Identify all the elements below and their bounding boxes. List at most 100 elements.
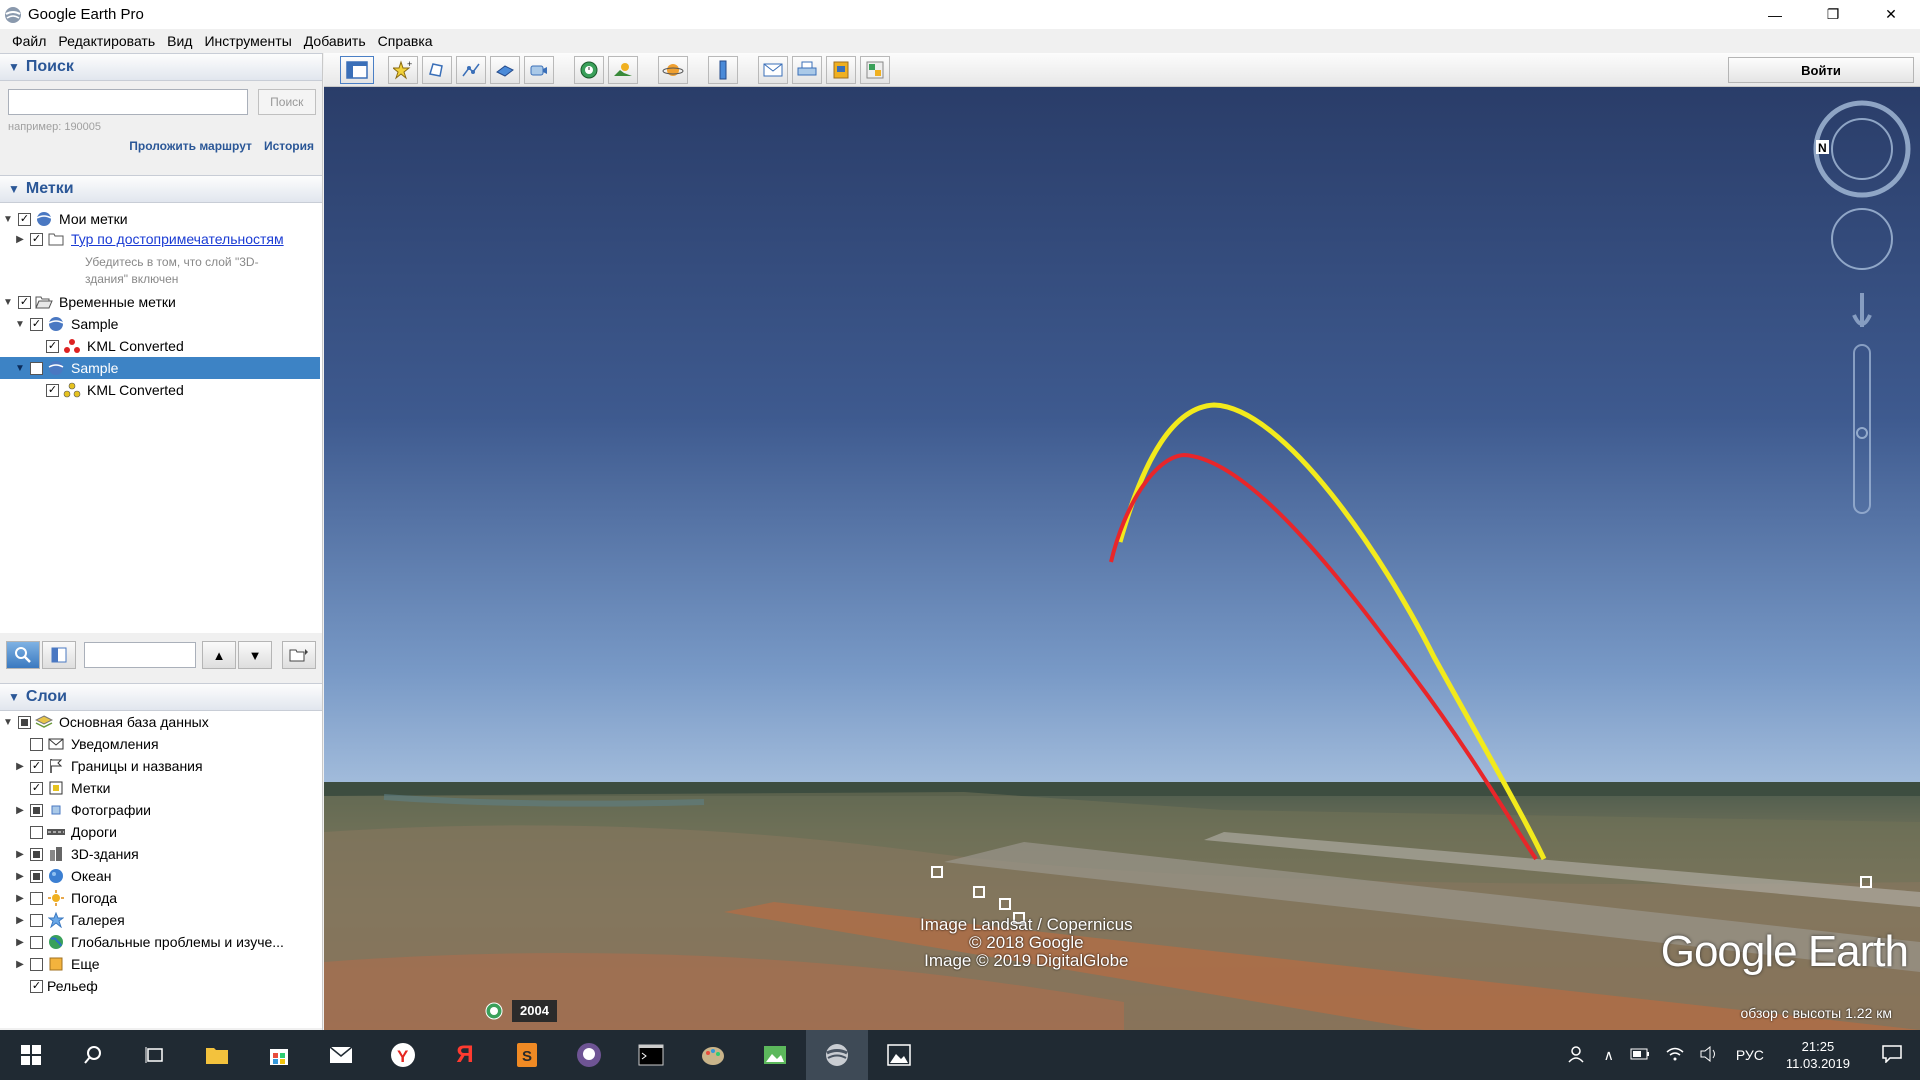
start-button[interactable] [0, 1030, 62, 1080]
people-icon[interactable] [1560, 1045, 1596, 1066]
expand-right-icon[interactable]: ▶ [14, 805, 26, 816]
notifications-icon[interactable] [1864, 1044, 1920, 1066]
taskbar-google-earth[interactable] [806, 1030, 868, 1080]
taskbar-search-button[interactable] [62, 1030, 124, 1080]
sign-in-button[interactable]: Войти [1728, 57, 1914, 83]
layer-ocean[interactable]: ▶ Океан [14, 865, 111, 887]
search-button[interactable]: Поиск [257, 89, 316, 115]
task-view-button[interactable] [124, 1030, 186, 1080]
add-path-button[interactable] [456, 56, 486, 84]
checkbox-checked[interactable]: ✓ [18, 295, 31, 309]
menu-edit[interactable]: Редактировать [52, 33, 161, 49]
checkbox-unchecked[interactable] [30, 957, 43, 971]
layer-terrain[interactable]: ✓ Рельеф [26, 975, 98, 997]
tree-item-kml-converted-2[interactable]: ✓ KML Converted [42, 379, 184, 401]
language-indicator[interactable]: РУС [1728, 1047, 1772, 1063]
checkbox-checked[interactable]: ✓ [30, 759, 43, 773]
menu-view[interactable]: Вид [161, 33, 198, 49]
checkbox-partial[interactable] [30, 847, 43, 861]
move-down-button[interactable]: ▼ [238, 641, 272, 669]
add-polygon-button[interactable] [422, 56, 452, 84]
checkbox-unchecked[interactable] [30, 891, 43, 905]
menu-tools[interactable]: Инструменты [198, 33, 297, 49]
checkbox-checked[interactable]: ✓ [30, 781, 43, 795]
taskbar-yandex-browser[interactable]: Y [372, 1030, 434, 1080]
close-button[interactable]: ✕ [1862, 0, 1920, 29]
layer-roads[interactable]: Дороги [26, 821, 117, 843]
checkbox-checked[interactable]: ✓ [30, 361, 43, 375]
expand-right-icon[interactable]: ▶ [14, 761, 26, 772]
layer-photos[interactable]: ▶ Фотографии [14, 799, 151, 821]
print-button[interactable] [792, 56, 822, 84]
ruler-button[interactable] [708, 56, 738, 84]
checkbox-checked[interactable]: ✓ [18, 212, 31, 226]
map-3d-view[interactable]: N Image Landsat / Copernicus © 2018 Goog… [324, 87, 1920, 1030]
add-overlay-button[interactable] [490, 56, 520, 84]
expand-right-icon[interactable]: ▶ [14, 959, 26, 970]
route-link[interactable]: Проложить маршрут [129, 139, 252, 153]
layer-gallery[interactable]: ▶ Галерея [14, 909, 125, 931]
expand-right-icon[interactable]: ▶ [14, 234, 26, 245]
tree-item-tour[interactable]: ▶ ✓ Тур по достопримечательностям [14, 228, 284, 250]
expand-right-icon[interactable]: ▶ [14, 937, 26, 948]
wifi-icon[interactable] [1658, 1046, 1692, 1065]
layers-panel-header[interactable]: ▼ Слои [0, 683, 322, 711]
taskbar-image-viewer[interactable] [744, 1030, 806, 1080]
volume-icon[interactable] [1692, 1045, 1728, 1065]
taskbar-store[interactable] [248, 1030, 310, 1080]
places-panel-header[interactable]: ▼ Метки [0, 175, 322, 203]
checkbox-partial[interactable] [30, 803, 43, 817]
planets-button[interactable] [658, 56, 688, 84]
taskbar-mail[interactable] [310, 1030, 372, 1080]
expand-right-icon[interactable]: ▶ [14, 871, 26, 882]
expand-right-icon[interactable]: ▶ [14, 893, 26, 904]
checkbox-checked[interactable]: ✓ [46, 383, 59, 397]
taskbar-sublime[interactable]: S [496, 1030, 558, 1080]
checkbox-checked[interactable]: ✓ [30, 232, 43, 246]
sunlight-button[interactable] [608, 56, 638, 84]
tour-link[interactable]: Тур по достопримечательностям [71, 231, 284, 247]
places-filter-input[interactable] [84, 642, 196, 668]
email-button[interactable] [758, 56, 788, 84]
historical-clock-icon[interactable] [484, 1001, 504, 1021]
checkbox-checked[interactable]: ✓ [30, 979, 43, 993]
tree-item-sample-selected[interactable]: ▼ ✓ Sample [0, 357, 320, 379]
expand-right-icon[interactable]: ▶ [14, 915, 26, 926]
view-in-maps-button[interactable] [860, 56, 890, 84]
chevron-up-icon[interactable]: ∧ [1596, 1047, 1622, 1064]
layer-global-awareness[interactable]: ▶ Глобальные проблемы и изуче... [14, 931, 284, 953]
layer-primary-database[interactable]: ▼ Основная база данных [0, 711, 209, 733]
sidebar-toggle-button[interactable] [340, 56, 374, 84]
checkbox-unchecked[interactable] [30, 737, 43, 751]
battery-icon[interactable] [1622, 1047, 1658, 1063]
folder-menu-button[interactable] [282, 641, 316, 669]
checkbox-unchecked[interactable] [30, 913, 43, 927]
taskbar-terminal[interactable] [620, 1030, 682, 1080]
layer-notifications[interactable]: Уведомления [26, 733, 159, 755]
record-tour-button[interactable] [524, 56, 554, 84]
layer-borders[interactable]: ▶ ✓ Границы и названия [14, 755, 202, 777]
expand-down-icon[interactable]: ▼ [2, 214, 14, 225]
search-panel-header[interactable]: ▼ Поиск [0, 53, 322, 81]
add-placemark-button[interactable]: + [388, 56, 418, 84]
checkbox-partial[interactable] [30, 869, 43, 883]
taskbar-github[interactable] [558, 1030, 620, 1080]
maximize-button[interactable]: ❐ [1804, 0, 1862, 29]
tree-item-kml-converted[interactable]: ✓ KML Converted [42, 335, 184, 357]
checkbox-unchecked[interactable] [30, 825, 43, 839]
layer-weather[interactable]: ▶ Погода [14, 887, 117, 909]
expand-right-icon[interactable]: ▶ [14, 849, 26, 860]
menu-file[interactable]: Файл [6, 33, 52, 49]
search-input[interactable] [8, 89, 248, 115]
checkbox-unchecked[interactable] [30, 935, 43, 949]
minimize-button[interactable]: — [1746, 0, 1804, 29]
history-link[interactable]: История [264, 139, 314, 153]
search-places-button[interactable] [6, 641, 40, 669]
taskbar-photos[interactable] [868, 1030, 930, 1080]
menu-help[interactable]: Справка [372, 33, 439, 49]
taskbar-paint[interactable] [682, 1030, 744, 1080]
checkbox-checked[interactable]: ✓ [30, 317, 43, 331]
layer-places[interactable]: ✓ Метки [26, 777, 111, 799]
layer-more[interactable]: ▶ Еще [14, 953, 99, 975]
compass-controls[interactable]: N [1813, 100, 1911, 514]
